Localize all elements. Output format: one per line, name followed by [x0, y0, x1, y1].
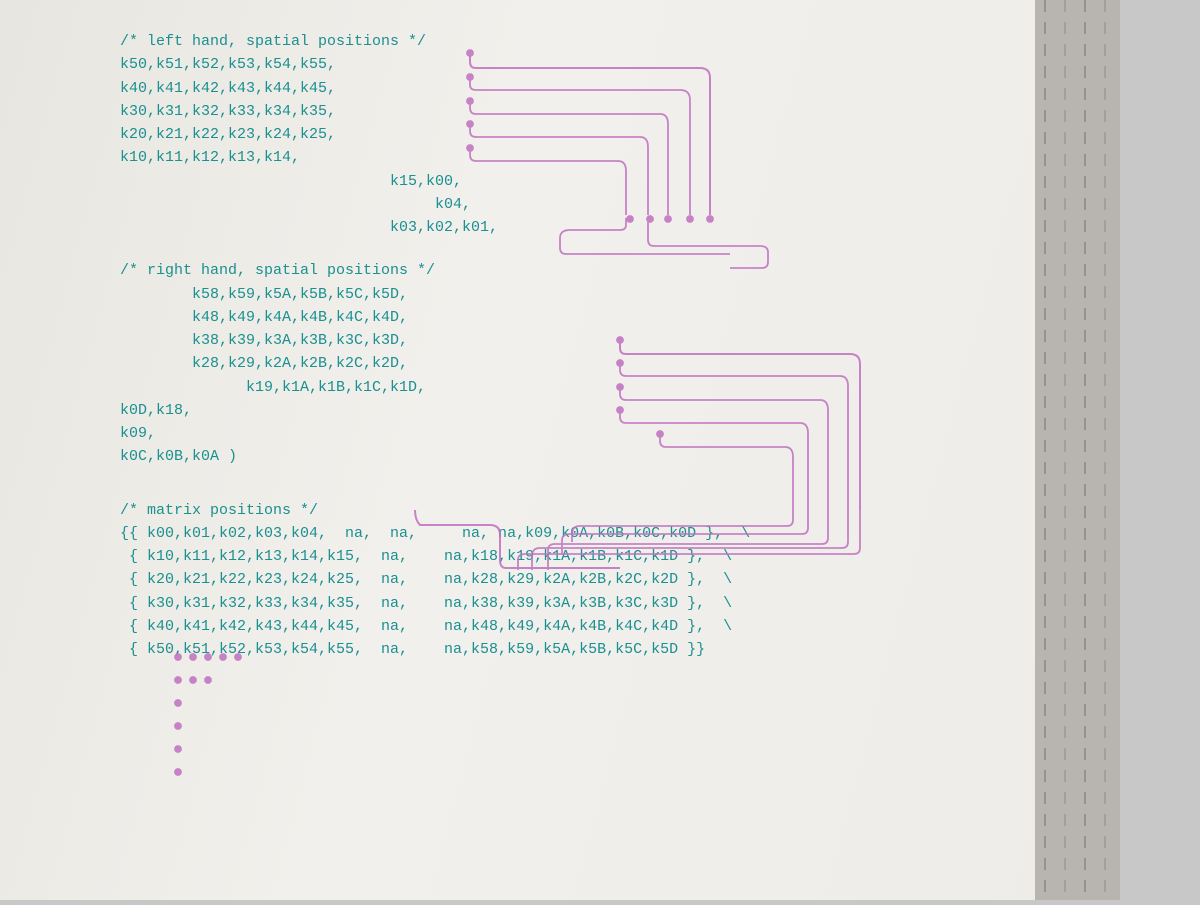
left-hand-section: /* left hand, spatial positions */ k50,k…	[120, 30, 1080, 239]
left-hand-comment: /* left hand, spatial positions */	[120, 30, 1080, 53]
matrix-comment: /* matrix positions */	[120, 499, 1080, 522]
content-area: /* left hand, spatial positions */ k50,k…	[120, 20, 1080, 661]
matrix-code: {{ k00,k01,k02,k03,k04, na, na, na, na,k…	[120, 522, 1080, 662]
right-hand-section: /* right hand, spatial positions */ k58,…	[120, 259, 1080, 468]
matrix-section: /* matrix positions */ {{ k00,k01,k02,k0…	[120, 499, 1080, 662]
page-background: /* left hand, spatial positions */ k50,k…	[0, 0, 1120, 900]
right-margin	[1035, 0, 1120, 900]
right-hand-code: k58,k59,k5A,k5B,k5C,k5D, k48,k49,k4A,k4B…	[120, 283, 1080, 469]
dashes-svg	[1035, 0, 1120, 900]
right-hand-comment: /* right hand, spatial positions */	[120, 259, 1080, 282]
left-hand-code: k50,k51,k52,k53,k54,k55, k40,k41,k42,k43…	[120, 53, 1080, 239]
